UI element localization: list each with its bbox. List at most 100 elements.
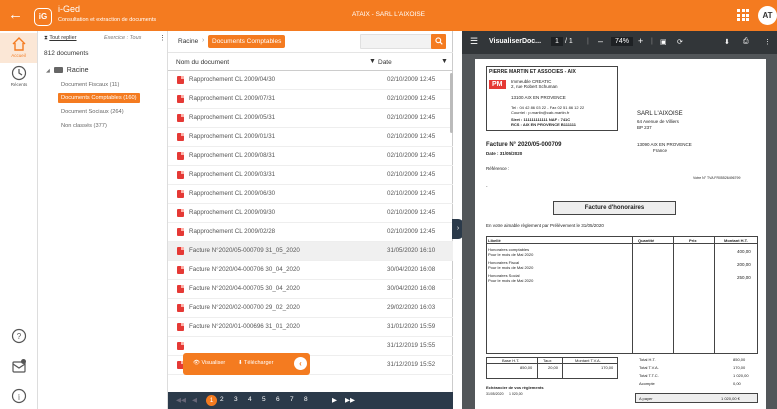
table-row[interactable]: Rapprochement CL 2009/02/28 02/10/2009 12…	[168, 223, 453, 242]
company-name: ATAIX - SARL L'AIXOISE	[351, 11, 425, 18]
page-number[interactable]: 5	[262, 396, 266, 403]
table-row[interactable]: Rapprochement CL 2009/04/30 02/10/2009 12…	[168, 71, 453, 90]
next-page-icon[interactable]: ▶	[332, 396, 337, 404]
page-total: / 1	[565, 38, 573, 45]
total-value: 850,00	[733, 357, 746, 362]
more-options-icon[interactable]: ⋮	[764, 38, 771, 46]
help-icon[interactable]: ?	[0, 328, 38, 344]
th-amount: Montant H.T.	[724, 238, 748, 243]
table-row[interactable]: Rapprochement CL 2009/01/31 02/10/2009 12…	[168, 128, 453, 147]
collapse-all-label[interactable]: Tout replier	[49, 35, 76, 41]
line-amount: 200,00	[737, 262, 751, 267]
tree-item-non-classes[interactable]: Non classés (377)	[61, 122, 107, 130]
col-divider	[562, 357, 563, 379]
view-button[interactable]: 👁 Visualiser	[193, 360, 225, 366]
breadcrumb-root[interactable]: Racine	[178, 38, 198, 45]
page-number[interactable]: 6	[276, 396, 280, 403]
tax-base-label: Base H.T.	[502, 358, 520, 363]
table-row[interactable]: Rapprochement CL 2009/09/30 02/10/2009 12…	[168, 204, 453, 223]
line-period: Pour le mois de Mai 2020	[488, 252, 534, 257]
sort-filter-icon[interactable]: ▼	[369, 58, 376, 65]
menu-icon[interactable]: ☰	[470, 36, 478, 47]
page-number[interactable]: 2	[220, 396, 224, 403]
th-libelle: Libellé	[488, 238, 501, 243]
list-scrollbar[interactable]	[450, 73, 453, 133]
mail-icon[interactable]	[0, 358, 38, 374]
rail-home[interactable]: Accueil	[0, 33, 37, 63]
pdf-file-icon	[177, 95, 184, 103]
document-date: 31/05/2020 16:10	[387, 247, 436, 254]
table-row[interactable]: Facture N°2020/05-000709 31_05_2020 31/05…	[168, 242, 453, 261]
last-page-icon[interactable]: ▶▶	[345, 396, 355, 404]
print-icon[interactable]: ⎙	[743, 38, 749, 46]
page-number[interactable]: 1	[206, 395, 217, 406]
document-date: 02/10/2009 12:45	[387, 209, 436, 216]
caret-down-icon[interactable]: ◢	[46, 68, 50, 74]
apps-grid-icon[interactable]	[737, 9, 749, 21]
page-number[interactable]: 3	[234, 396, 238, 403]
pay-value: 1 020,00 €	[721, 396, 740, 401]
pdf-file-icon	[177, 304, 184, 312]
info-icon[interactable]: i	[0, 388, 38, 404]
pdf-file-icon	[177, 209, 184, 217]
invoice-title: Facture d'honoraires	[584, 205, 645, 211]
fit-page-icon[interactable]: ▣	[660, 38, 667, 46]
more-options-icon[interactable]: ⋮	[159, 34, 166, 42]
document-name: Facture N°2020/02-000700 29_02_2020	[189, 304, 300, 311]
page-number[interactable]: 8	[304, 396, 308, 403]
download-icon: ⬇	[238, 360, 243, 366]
pdf-file-icon	[177, 228, 184, 236]
zoom-input[interactable]: 74%	[611, 37, 634, 46]
filter-icon[interactable]: ▼	[441, 58, 448, 65]
col-divider	[537, 357, 538, 379]
download-pdf-icon[interactable]: ⬇	[724, 38, 730, 46]
close-actions-icon[interactable]: ‹	[294, 357, 307, 370]
tree-root[interactable]: ◢ Racine	[46, 67, 89, 74]
user-avatar[interactable]: AT	[758, 6, 777, 25]
tree-item-sociaux[interactable]: Document Sociaux (264)	[61, 108, 124, 116]
breadcrumb-current[interactable]: Documents Comptables	[208, 35, 286, 48]
document-date: 02/10/2009 12:45	[387, 133, 436, 140]
table-row[interactable]: Rapprochement CL 2009/06/30 02/10/2009 12…	[168, 185, 453, 204]
total-value: 0,00	[733, 381, 741, 386]
col-divider	[632, 236, 633, 354]
zoom-in-icon[interactable]: +	[638, 36, 643, 46]
rotate-icon[interactable]: ⟳	[677, 38, 683, 46]
table-row[interactable]: Facture N°2020/04-000706 30_04_2020 30/04…	[168, 261, 453, 280]
table-row[interactable]: Rapprochement CL 2009/08/31 02/10/2009 12…	[168, 147, 453, 166]
exercise-filter[interactable]: Exercice : Tous	[104, 35, 141, 41]
pdf-file-icon	[177, 247, 184, 255]
download-button[interactable]: ⬇ Télécharger	[238, 360, 273, 366]
line-period: Pour le mois de Mai 2020	[488, 278, 534, 283]
page-number-input[interactable]: 1	[551, 37, 563, 46]
th-price: Prix	[689, 238, 697, 243]
collapse-all-link[interactable]: ⧗ Tout replier	[44, 35, 77, 42]
viewer-title: VisualiserDoc...	[489, 38, 542, 45]
tax-base-value: 850,00	[520, 365, 533, 370]
prev-page-icon[interactable]: ◀	[192, 396, 197, 404]
document-date: 02/10/2009 12:45	[387, 171, 436, 178]
page-number[interactable]: 7	[290, 396, 294, 403]
tree-item-comptables[interactable]: Documents Comptables (160)	[58, 93, 140, 103]
clock-icon	[11, 65, 27, 81]
rail-recent[interactable]: Récents	[0, 65, 38, 87]
column-name[interactable]: Nom du document	[176, 59, 229, 66]
total-label: Total H.T.	[639, 357, 656, 362]
table-row[interactable]: Rapprochement CL 2009/03/31 02/10/2009 12…	[168, 166, 453, 185]
tree-item-fiscaux[interactable]: Document Fiscaux (11)	[61, 81, 119, 89]
pdf-file-icon	[177, 342, 184, 350]
table-row[interactable]: Rapprochement CL 2009/07/31 02/10/2009 12…	[168, 90, 453, 109]
document-name: Rapprochement CL 2009/05/31	[189, 114, 276, 121]
table-row[interactable]: Facture N°2020/01-000696 31_01_2020 31/01…	[168, 318, 453, 337]
zoom-out-icon[interactable]: –	[598, 36, 603, 46]
column-date[interactable]: Date	[378, 59, 392, 66]
document-name: Rapprochement CL 2009/03/31	[189, 171, 276, 178]
search-input[interactable]	[360, 34, 432, 49]
first-page-icon[interactable]: ◀◀	[176, 396, 186, 404]
table-row[interactable]: Rapprochement CL 2009/05/31 02/10/2009 12…	[168, 109, 453, 128]
pdf-file-icon	[177, 285, 184, 293]
search-icon[interactable]	[431, 34, 446, 49]
table-row[interactable]: Facture N°2020/02-000700 29_02_2020 29/02…	[168, 299, 453, 318]
page-number[interactable]: 4	[248, 396, 252, 403]
table-row[interactable]: Facture N°2020/04-000705 30_04_2020 30/04…	[168, 280, 453, 299]
